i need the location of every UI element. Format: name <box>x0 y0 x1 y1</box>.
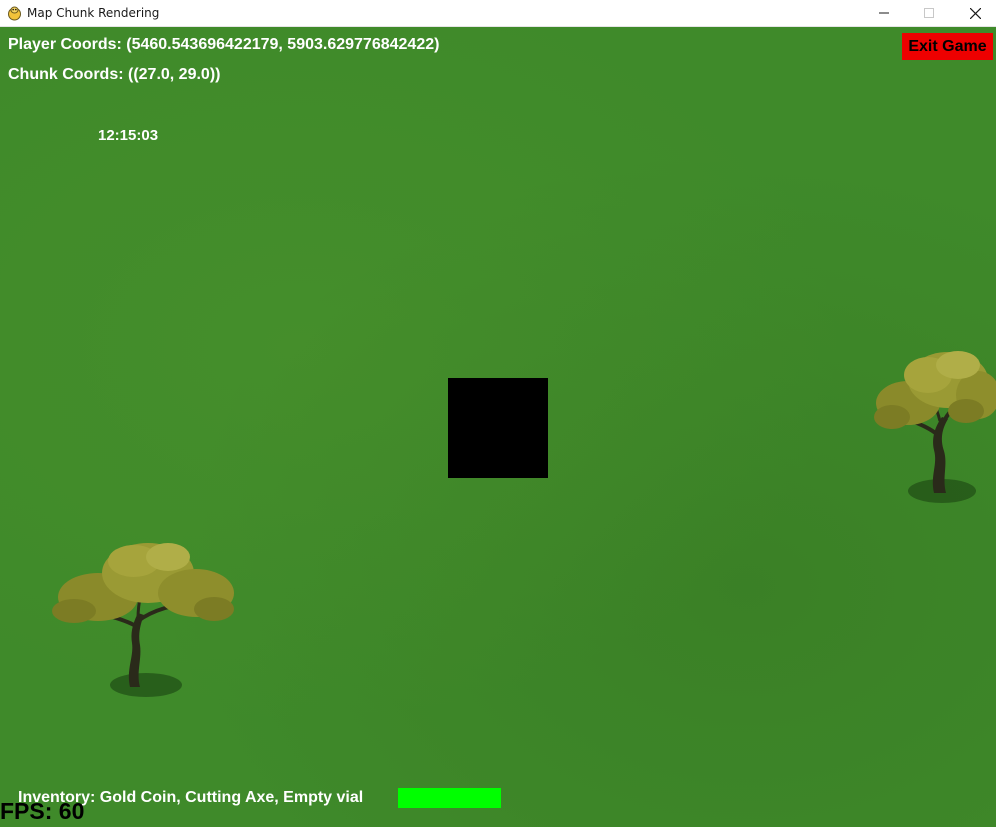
player-character <box>448 378 548 478</box>
title-bar[interactable]: Map Chunk Rendering <box>0 0 996 27</box>
exit-game-button[interactable]: Exit Game <box>902 33 993 60</box>
close-button[interactable] <box>952 0 996 26</box>
game-canvas[interactable]: Player Coords: (5460.543696422179, 5903.… <box>0 27 996 827</box>
game-window: Map Chunk Rendering Player Coords: (5460… <box>0 0 996 827</box>
chunk-coords-label: Chunk Coords: ((27.0, 29.0)) <box>8 66 221 83</box>
minimize-button[interactable] <box>861 0 907 26</box>
tree <box>52 543 234 697</box>
tree <box>874 351 996 503</box>
game-clock: 12:15:03 <box>98 127 159 144</box>
health-bar <box>398 788 501 808</box>
maximize-icon <box>924 8 934 18</box>
minimize-icon <box>879 12 889 14</box>
pygame-snake-icon <box>8 6 21 21</box>
close-icon <box>969 7 981 19</box>
health-bar-fill <box>398 788 501 808</box>
maximize-button[interactable] <box>906 0 952 26</box>
fps-counter: FPS: 60 <box>0 798 85 824</box>
player-coords-label: Player Coords: (5460.543696422179, 5903.… <box>8 36 440 53</box>
window-title: Map Chunk Rendering <box>27 6 160 20</box>
